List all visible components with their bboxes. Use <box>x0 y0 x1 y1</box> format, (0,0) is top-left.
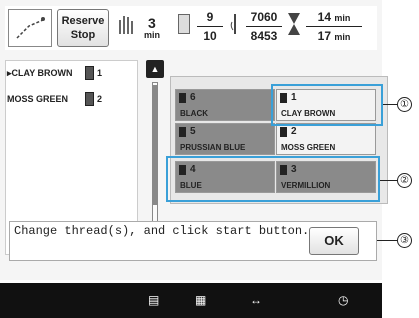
thread-progress: 9 10 <box>197 10 223 43</box>
time-progress: 14 min 17 min <box>306 10 362 43</box>
frame-move-icon[interactable]: ↔ <box>250 293 262 307</box>
hand-icon <box>116 12 136 36</box>
message-text: Change thread(s), and click start button… <box>14 224 310 238</box>
thread-spool-icon <box>178 14 190 34</box>
thread-color-swatch <box>280 126 287 137</box>
thread-color-swatch <box>179 92 186 103</box>
thread-number: 2 <box>97 94 103 104</box>
scroll-up-button[interactable]: ▲ <box>146 60 164 78</box>
thread-color-swatch <box>179 126 186 137</box>
ok-button[interactable]: OK <box>309 227 359 255</box>
scroll-thumb[interactable] <box>153 85 157 205</box>
reserve-stop-button[interactable]: Reserve Stop <box>57 9 109 47</box>
thread-cell[interactable]: 5 PRUSSIAN BLUE <box>175 123 275 155</box>
stitch-count-unit: min <box>144 30 161 40</box>
thread-cell[interactable]: 6 BLACK <box>175 89 275 121</box>
callout-line <box>380 180 397 181</box>
list-item[interactable]: MOSS GREEN 2 <box>7 88 140 110</box>
stitch-count: 3 <box>148 15 156 31</box>
clock-icon[interactable]: ◷ <box>338 293 348 307</box>
thread-name: MOSS GREEN <box>7 94 69 104</box>
scroll-track[interactable] <box>152 82 158 222</box>
callout-3: ③ <box>397 233 412 248</box>
thread-cell[interactable]: 2 MOSS GREEN <box>276 123 376 155</box>
hourglass-icon <box>287 12 301 36</box>
thread-spool-icon <box>85 66 94 80</box>
scrollbar[interactable]: ▲ ▼ <box>146 60 164 245</box>
needle-icon <box>228 12 242 38</box>
bottom-toolbar <box>0 283 382 318</box>
stitch-progress: 7060 8453 <box>246 10 282 43</box>
highlight-grid <box>166 156 380 202</box>
needle-position-icon[interactable] <box>8 9 52 47</box>
document-icon[interactable]: ▤ <box>148 293 159 307</box>
callout-2: ② <box>397 173 412 188</box>
thread-number: 1 <box>97 68 103 78</box>
thread-name: ▸CLAY BROWN <box>7 67 73 78</box>
thread-spool-icon <box>85 92 94 106</box>
thread-chart-icon[interactable]: ▦ <box>195 293 206 307</box>
list-item[interactable]: ▸CLAY BROWN 1 <box>7 62 140 84</box>
callout-line <box>383 104 397 105</box>
callout-1: ① <box>397 97 412 112</box>
highlight-current-thread <box>271 84 383 126</box>
